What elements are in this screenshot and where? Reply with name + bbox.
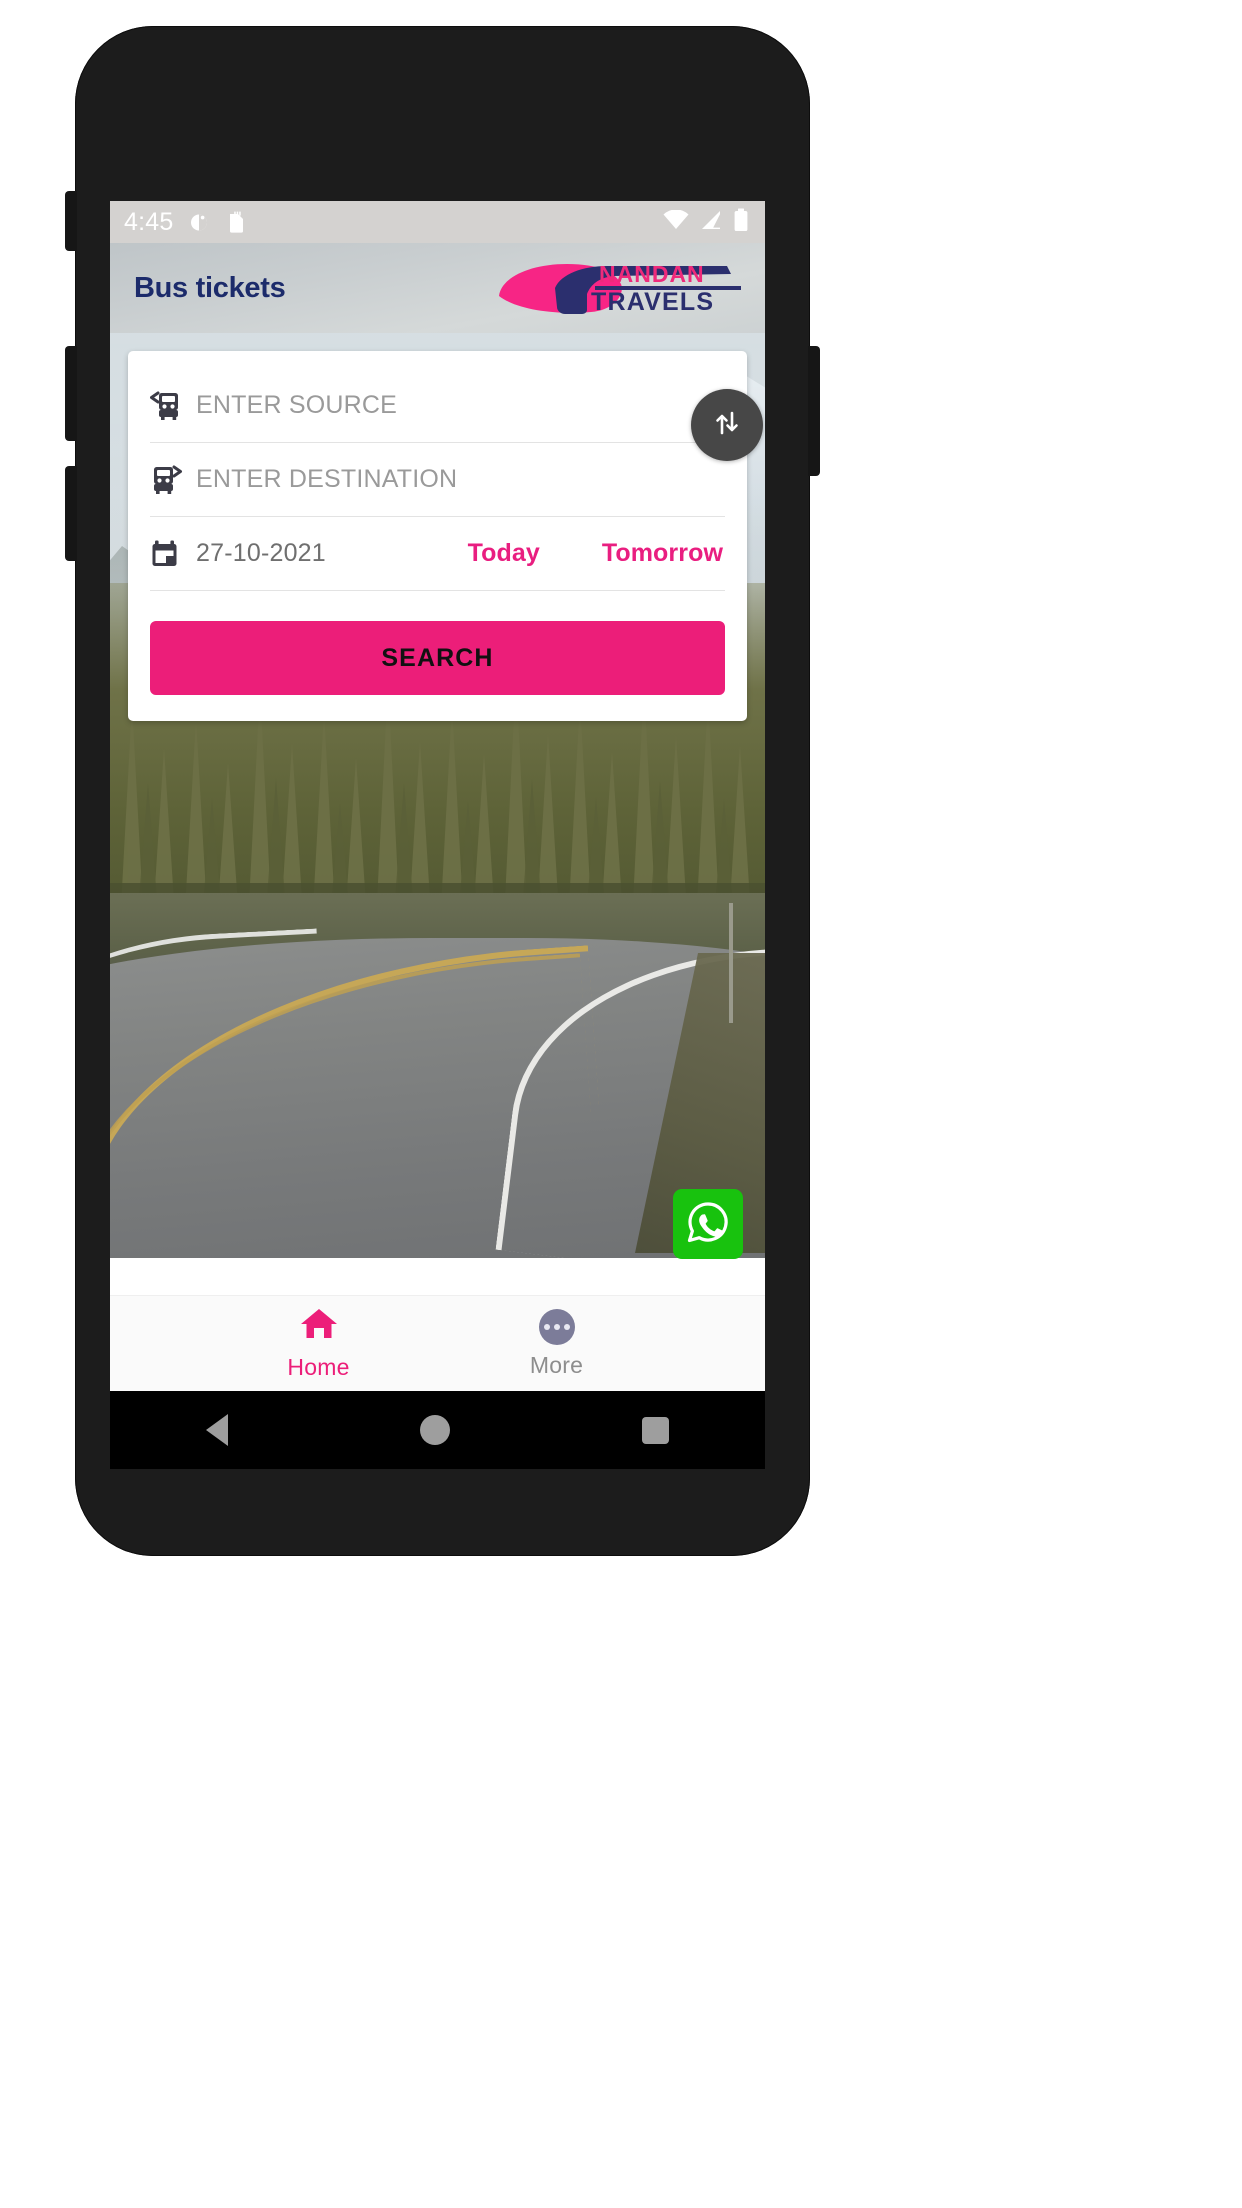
- swap-vertical-icon: [710, 406, 744, 445]
- nav-label-more: More: [529, 1351, 584, 1378]
- svg-text:NANDAN: NANDAN: [599, 261, 705, 287]
- highway-road: [110, 893, 765, 1258]
- status-bar: 4:45: [110, 201, 765, 243]
- date-field-row[interactable]: 27-10-2021 Today Tomorrow: [150, 517, 725, 591]
- android-system-navigation-bar: [110, 1391, 765, 1469]
- recents-square-icon[interactable]: [642, 1416, 669, 1444]
- status-bar-clock: 4:45: [124, 207, 174, 236]
- tomorrow-quick-button[interactable]: Tomorrow: [602, 539, 723, 568]
- wifi-icon: [663, 208, 689, 235]
- more-dot-2: [553, 1323, 560, 1330]
- swap-source-destination-button[interactable]: [691, 389, 763, 461]
- destination-field-row[interactable]: ENTER DESTINATION: [150, 443, 725, 517]
- phone-device-frame: 4:45 Bus tickets NANDAN TRAVELS ENTER SO…: [65, 26, 820, 1556]
- device-side-button-mute[interactable]: [65, 191, 77, 251]
- more-dot-3: [563, 1323, 570, 1330]
- device-side-button-volume-up[interactable]: [65, 346, 77, 441]
- app-header: Bus tickets NANDAN TRAVELS: [110, 243, 765, 333]
- source-placeholder: ENTER SOURCE: [196, 391, 398, 419]
- calendar-icon: [150, 538, 196, 570]
- bus-arrival-icon: [150, 464, 196, 496]
- home-icon: [299, 1306, 339, 1347]
- signal-icon: [699, 210, 723, 235]
- whatsapp-chat-button[interactable]: [673, 1189, 743, 1259]
- more-dots-icon: [538, 1308, 575, 1345]
- status-bar-right-icons: [663, 208, 749, 237]
- bottom-navigation-bar: Home More: [110, 1295, 765, 1391]
- page-title: Bus tickets: [134, 271, 286, 304]
- destination-placeholder: ENTER DESTINATION: [196, 465, 458, 493]
- today-quick-button[interactable]: Today: [468, 539, 540, 568]
- roadside-pole: [729, 903, 733, 1023]
- phone-screen: 4:45 Bus tickets NANDAN TRAVELS ENTER SO…: [110, 201, 765, 1391]
- sd-card-icon: [225, 210, 247, 234]
- nandan-travels-logo: NANDAN TRAVELS: [495, 254, 743, 322]
- nav-item-more[interactable]: More: [497, 1308, 617, 1379]
- back-triangle-icon[interactable]: [206, 1414, 228, 1446]
- home-circle-icon[interactable]: [420, 1415, 450, 1445]
- nav-label-home: Home: [287, 1354, 350, 1380]
- whatsapp-icon: [682, 1196, 734, 1253]
- search-button[interactable]: SEARCH: [150, 621, 725, 695]
- device-side-button-power[interactable]: [808, 346, 820, 476]
- device-side-button-volume-down[interactable]: [65, 466, 77, 561]
- selected-date-value: 27-10-2021: [196, 539, 326, 567]
- nav-item-home[interactable]: Home: [259, 1306, 379, 1381]
- road-edge-line-left: [110, 928, 323, 1066]
- bus-departure-icon: [150, 390, 196, 422]
- search-button-label: SEARCH: [381, 643, 494, 672]
- source-field-row[interactable]: ENTER SOURCE: [150, 369, 725, 443]
- svg-text:TRAVELS: TRAVELS: [591, 288, 714, 316]
- bus-search-card: ENTER SOURCE ENTER DESTINATION 27-10-202…: [128, 351, 763, 721]
- alarm-icon: [187, 210, 211, 234]
- battery-icon: [733, 208, 749, 237]
- more-dot-1: [543, 1323, 550, 1330]
